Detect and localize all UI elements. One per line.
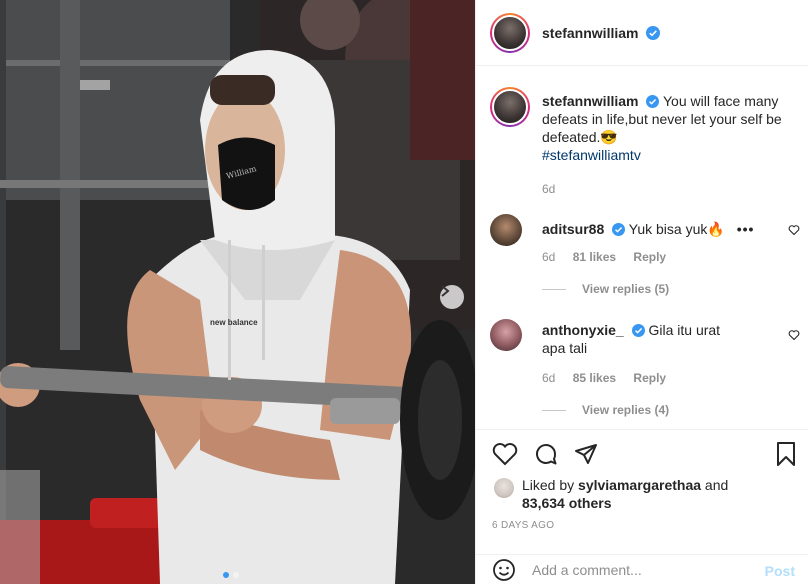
comment-input[interactable]	[532, 559, 752, 581]
like-heart-icon[interactable]	[492, 442, 518, 466]
liked-by-prefix: Liked by	[522, 477, 579, 493]
comment-avatar[interactable]	[490, 214, 522, 246]
liked-by-mid: and	[701, 477, 729, 493]
author-username[interactable]: stefannwilliam	[542, 25, 661, 41]
gym-photo-illustration	[0, 0, 475, 584]
like-comment-heart-icon[interactable]	[788, 224, 800, 236]
sunglasses-emoji: 😎	[600, 129, 618, 145]
comment-avatar[interactable]	[490, 319, 522, 351]
liked-by-others[interactable]: 83,634 others	[522, 495, 612, 511]
post-timestamp[interactable]: 6 DAYS AGO	[492, 520, 554, 531]
liked-by-avatar[interactable]	[494, 478, 514, 498]
comments-list: stefannwilliam You will face many defeat…	[476, 66, 808, 429]
caption-avatar[interactable]	[490, 87, 530, 127]
author-avatar[interactable]	[490, 12, 530, 53]
reply-button[interactable]: Reply	[633, 371, 666, 385]
post-comment-button[interactable]: Post	[765, 563, 795, 579]
comment-age[interactable]: 6d	[542, 250, 555, 264]
carousel-dots	[223, 572, 239, 578]
comment-username[interactable]: anthonyxie_	[542, 322, 624, 338]
caption-age[interactable]: 6d	[542, 182, 555, 196]
add-comment-bar: Post	[476, 554, 808, 584]
comment-options-button[interactable]: •••	[737, 221, 755, 237]
post-sidebar: stefannwilliam stefannwilliam You will f…	[475, 0, 808, 584]
comment-item: anthonyxie_ Gila itu urat apa tali 6d 85…	[490, 319, 800, 385]
carousel-dot-active	[223, 572, 229, 578]
emoji-picker-icon[interactable]	[492, 558, 516, 582]
verified-badge-icon	[631, 324, 645, 337]
comment-item: aditsur88 Yuk bisa yuk🔥 ••• 6d 81 likes …	[490, 214, 800, 264]
view-replies-button[interactable]: View replies (4)	[542, 403, 669, 417]
hashtag-link[interactable]: #stefanwilliamtv	[542, 147, 641, 163]
fire-emoji: 🔥	[707, 221, 725, 237]
comment-likes[interactable]: 85 likes	[573, 371, 616, 385]
caption-username[interactable]: stefannwilliam	[542, 93, 638, 109]
comment-username[interactable]: aditsur88	[542, 221, 604, 237]
post-header: stefannwilliam	[476, 0, 808, 66]
post-actions: Liked by sylviamargarethaa and 83,634 ot…	[476, 429, 808, 531]
share-paper-plane-icon[interactable]	[574, 442, 598, 466]
save-bookmark-icon[interactable]	[775, 441, 797, 467]
carousel-dot	[233, 572, 239, 578]
chevron-right-icon	[441, 285, 450, 297]
next-photo-button[interactable]	[440, 285, 464, 309]
shirt-logo: new balance	[210, 318, 258, 327]
liked-by: Liked by sylviamargarethaa and 83,634 ot…	[494, 476, 782, 512]
liked-by-user[interactable]: sylviamargarethaa	[578, 477, 701, 493]
comment-likes[interactable]: 81 likes	[573, 250, 616, 264]
verified-badge-icon	[612, 223, 626, 236]
verified-badge-icon	[646, 95, 660, 108]
verified-badge-icon	[646, 25, 661, 40]
comment-age[interactable]: 6d	[542, 371, 555, 385]
view-replies-button[interactable]: View replies (5)	[542, 282, 669, 296]
comment-text: Yuk bisa yuk	[628, 221, 708, 237]
reply-button[interactable]: Reply	[633, 250, 666, 264]
caption: stefannwilliam You will face many defeat…	[490, 87, 800, 198]
post-photo[interactable]: new balance William	[0, 0, 475, 584]
like-comment-heart-icon[interactable]	[788, 329, 800, 341]
comment-bubble-icon[interactable]	[534, 442, 558, 466]
